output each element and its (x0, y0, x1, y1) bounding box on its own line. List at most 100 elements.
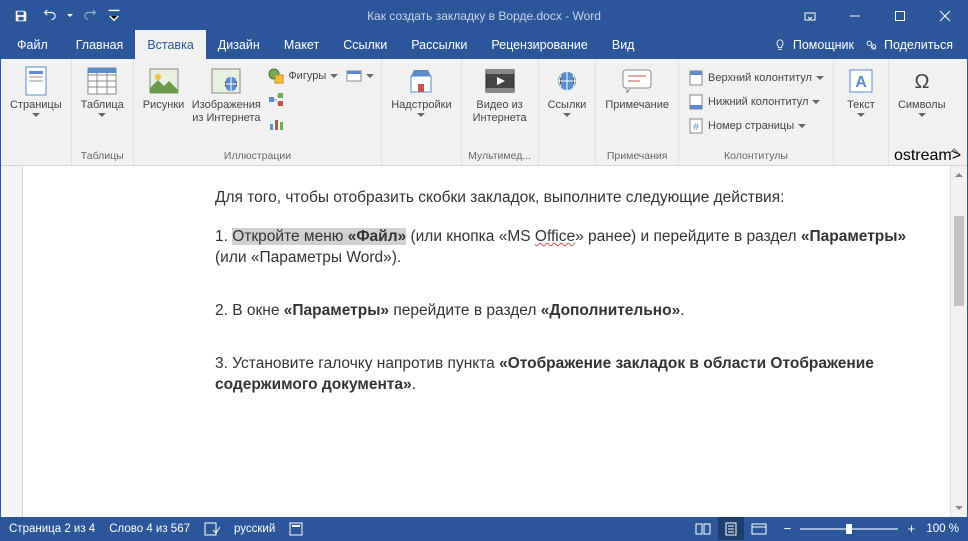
chart-icon (268, 116, 284, 132)
document-page[interactable]: Для того, чтобы отобразить скобки заклад… (23, 166, 950, 428)
symbols-button[interactable]: Ω Символы (894, 62, 950, 118)
tab-layout[interactable]: Макет (272, 30, 331, 59)
ribbon-display-button[interactable] (787, 1, 832, 30)
share-button[interactable]: Поделиться (864, 38, 953, 52)
web-layout-button[interactable] (746, 517, 772, 540)
text-button[interactable]: A Текст (839, 62, 883, 118)
selected-text: Откройте меню «Файл» (232, 228, 406, 245)
zoom-slider[interactable]: − + (780, 522, 918, 536)
shapes-button[interactable]: Фигуры (264, 64, 342, 88)
video-icon (484, 65, 516, 97)
spellcheck-wavy: Office (535, 228, 575, 245)
tab-review[interactable]: Рецензирование (479, 30, 600, 59)
save-button[interactable] (9, 4, 33, 28)
tell-me-label: Помощник (793, 38, 854, 52)
zoom-out-button[interactable]: − (780, 522, 794, 536)
share-label: Поделиться (884, 38, 953, 52)
picture-icon (148, 65, 180, 97)
vertical-scrollbar[interactable] (950, 166, 967, 517)
step-1: 1. Откройте меню «Файл» (или кнопка «MS … (215, 227, 910, 269)
textbox-icon: A (845, 65, 877, 97)
step-2: 2. В окне «Параметры» перейдите в раздел… (215, 301, 910, 322)
minimize-button[interactable] (832, 1, 877, 30)
pages-button[interactable]: Страницы (6, 62, 66, 118)
tab-home[interactable]: Главная (64, 30, 136, 59)
qat-customize-button[interactable] (107, 4, 121, 28)
word-count[interactable]: Слово 4 из 567 (109, 523, 190, 535)
omega-icon: Ω (906, 65, 938, 97)
header-button[interactable]: Верхний колонтитул (684, 66, 828, 90)
header-icon (688, 70, 704, 86)
footer-button[interactable]: Нижний колонтитул (684, 90, 828, 114)
quick-access-toolbar (1, 4, 121, 28)
store-icon (405, 65, 437, 97)
intro-paragraph: Для того, чтобы отобразить скобки заклад… (215, 188, 910, 209)
tab-references[interactable]: Ссылки (331, 30, 399, 59)
page-number-button[interactable]: # Номер страницы (684, 114, 828, 138)
titlebar: Как создать закладку в Ворде.docx - Word (1, 1, 967, 30)
addins-button[interactable]: Надстройки (387, 62, 455, 118)
links-button[interactable]: Ссылки (544, 62, 591, 118)
footer-icon (688, 94, 704, 110)
tab-mailings[interactable]: Рассылки (399, 30, 479, 59)
print-layout-button[interactable] (718, 517, 744, 540)
tab-insert[interactable]: Вставка (135, 30, 205, 59)
svg-text:Ω: Ω (914, 71, 929, 93)
spellcheck-status[interactable] (204, 522, 220, 536)
statusbar: Страница 2 из 4 Слово 4 из 567 русский −… (1, 517, 967, 540)
comment-icon (621, 65, 653, 97)
tab-design[interactable]: Дизайн (206, 30, 272, 59)
zoom-level[interactable]: 100 % (926, 523, 959, 535)
undo-button[interactable] (37, 4, 61, 28)
group-label-tables: Таблицы (77, 148, 128, 165)
scroll-up-button[interactable] (951, 166, 967, 183)
online-pictures-button[interactable]: Изображения из Интернета (188, 62, 264, 125)
vertical-ruler[interactable] (1, 166, 23, 517)
online-video-button[interactable]: Видео из Интернета (467, 62, 533, 125)
ribbon-tabs: Файл Главная Вставка Дизайн Макет Ссылки… (1, 30, 967, 59)
table-button[interactable]: Таблица (77, 62, 128, 118)
smartart-icon (268, 92, 284, 108)
macro-status[interactable] (289, 522, 303, 536)
read-mode-button[interactable] (690, 517, 716, 540)
tab-view[interactable]: Вид (600, 30, 647, 59)
tab-file[interactable]: Файл (1, 30, 64, 59)
language-indicator[interactable]: русский (234, 523, 275, 535)
document-area: Для того, чтобы отобразить скобки заклад… (1, 166, 967, 517)
shapes-icon (268, 68, 284, 84)
page-canvas[interactable]: Для того, чтобы отобразить скобки заклад… (23, 166, 950, 517)
window-controls (787, 1, 967, 30)
smartart-button[interactable] (264, 88, 342, 112)
undo-more-button[interactable] (65, 14, 75, 18)
group-label-media: Мультимед... (467, 148, 533, 165)
svg-text:#: # (693, 122, 699, 133)
pictures-button[interactable]: Рисунки (139, 62, 189, 112)
step-3: 3. Установите галочку напротив пункта «О… (215, 354, 910, 396)
window-title: Как создать закладку в Ворде.docx - Word (367, 9, 601, 23)
group-label-illustrations: Иллюстрации (139, 148, 376, 165)
ribbon: Страницы Таблица Таблицы Рисунки Изображ… (1, 59, 967, 166)
page-indicator[interactable]: Страница 2 из 4 (9, 523, 95, 535)
page-icon (20, 65, 52, 97)
group-label-headerfooter: Колонтитулы (684, 148, 828, 165)
scroll-thumb[interactable] (954, 216, 964, 306)
online-picture-icon (210, 65, 242, 97)
group-label-comments: Примечания (601, 148, 673, 165)
tell-me-search[interactable]: Помощник (773, 38, 854, 52)
zoom-in-button[interactable]: + (904, 522, 918, 536)
table-icon (86, 65, 118, 97)
hash-icon: # (688, 118, 704, 134)
redo-button[interactable] (79, 4, 103, 28)
collapse-ribbon-button[interactable] (945, 143, 963, 161)
link-icon (551, 65, 583, 97)
scroll-down-button[interactable] (951, 500, 967, 517)
chart-button[interactable] (264, 112, 342, 136)
zoom-thumb[interactable] (846, 524, 852, 534)
zoom-track[interactable] (800, 528, 898, 530)
close-button[interactable] (922, 1, 967, 30)
comment-button[interactable]: Примечание (601, 62, 673, 112)
svg-text:A: A (855, 74, 867, 91)
maximize-button[interactable] (877, 1, 922, 30)
screenshot-icon (346, 68, 362, 84)
screenshot-button[interactable] (342, 64, 376, 88)
